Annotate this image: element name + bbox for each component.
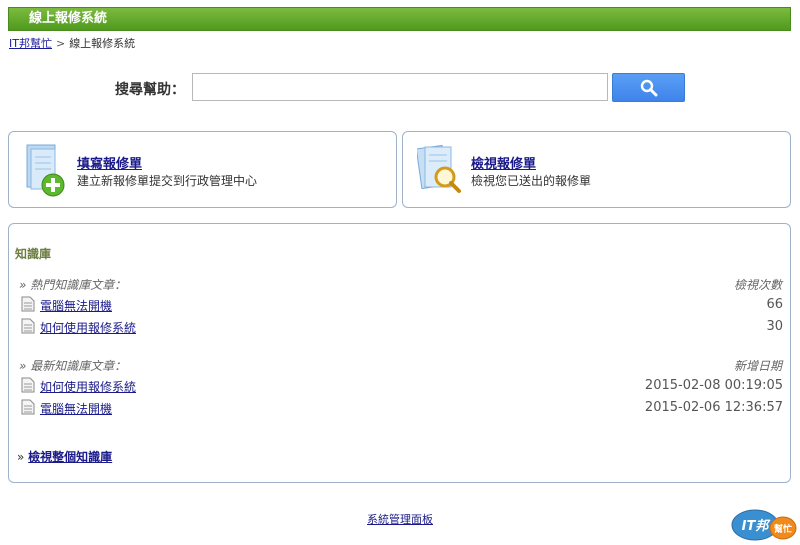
view-count-column-label: 檢視次數 (733, 278, 782, 292)
admin-panel-link[interactable]: 系統管理面板 (367, 511, 433, 527)
breadcrumb-home-link[interactable]: IT邦幫忙 (9, 37, 52, 50)
site-logo: IT邦 幫忙 (731, 508, 797, 542)
article-link[interactable]: 電腦無法開機 (40, 297, 112, 314)
create-ticket-description: 建立新報修單提交到行政管理中心 (77, 174, 258, 188)
list-item: 如何使用報修系統 30 (21, 317, 783, 335)
date-added: 2015-02-08 00:19:05 (644, 378, 783, 393)
list-item: 電腦無法開機 2015-02-06 12:36:57 (21, 398, 783, 416)
article-link[interactable]: 如何使用報修系統 (40, 319, 136, 336)
new-document-icon (26, 144, 65, 197)
search-icon (640, 79, 657, 96)
search-label: 搜尋幫助： (115, 82, 185, 98)
document-search-icon (417, 144, 461, 193)
knowledge-base-title: 知識庫 (15, 247, 52, 261)
logo-main-text: IT邦 (742, 518, 772, 534)
view-tickets-description: 檢視您已送出的報修單 (471, 174, 592, 188)
date-added-column-label: 新增日期 (733, 359, 782, 373)
create-ticket-link[interactable]: 填寫報修單 (77, 153, 142, 172)
popular-articles-heading: » 熱門知識庫文章： (19, 278, 127, 292)
view-count: 66 (766, 297, 783, 312)
logo-sub-text: 幫忙 (774, 523, 792, 535)
view-count: 30 (766, 319, 783, 334)
page-header-bar: 線上報修系統 (8, 7, 791, 31)
list-item: 電腦無法開機 66 (21, 295, 783, 313)
view-all-row: » 檢視整個知識庫 (17, 448, 112, 465)
article-link[interactable]: 電腦無法開機 (40, 400, 112, 417)
document-icon (21, 318, 35, 334)
document-icon (21, 399, 35, 415)
list-item: 如何使用報修系統 2015-02-08 00:19:05 (21, 376, 783, 394)
view-all-knowledge-base-link[interactable]: 檢視整個知識庫 (28, 450, 112, 464)
create-ticket-card[interactable]: 填寫報修單 建立新報修單提交到行政管理中心 (8, 131, 397, 208)
view-all-prefix: » (17, 450, 25, 464)
document-icon (21, 377, 35, 393)
page-header-title: 線上報修系統 (29, 11, 108, 26)
article-link[interactable]: 如何使用報修系統 (40, 378, 136, 395)
date-added: 2015-02-06 12:36:57 (644, 400, 783, 415)
view-tickets-card[interactable]: 檢視報修單 檢視您已送出的報修單 (402, 131, 791, 208)
breadcrumb-current: 線上報修系統 (69, 37, 136, 50)
breadcrumb-separator: > (55, 37, 66, 50)
document-icon (21, 296, 35, 312)
search-input[interactable] (192, 73, 608, 101)
breadcrumb: IT邦幫忙 > 線上報修系統 (9, 35, 135, 51)
latest-articles-heading: » 最新知識庫文章： (19, 359, 127, 373)
search-button[interactable] (612, 73, 685, 102)
site-logo-graphic: IT邦 幫忙 (731, 509, 797, 541)
knowledge-base-panel: 知識庫 » 熱門知識庫文章： 檢視次數 電腦無法開機 66 如何使用報修系統 3… (8, 223, 791, 483)
view-tickets-link[interactable]: 檢視報修單 (471, 153, 536, 172)
